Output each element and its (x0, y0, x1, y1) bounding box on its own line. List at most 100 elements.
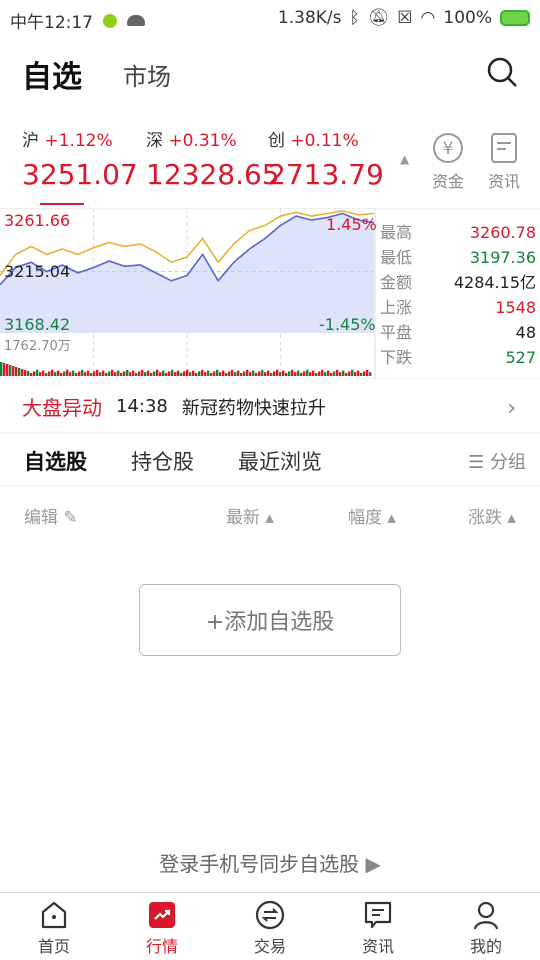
stat-key: 平盘 (380, 323, 413, 342)
status-bar: 中午12:17 1.38K/s ᛒ 🔕︎ ☒ ◠ 100% (0, 0, 540, 38)
volume-bar (198, 371, 201, 376)
volume-bar (192, 370, 195, 376)
android-icon (127, 15, 145, 26)
volume-bar (363, 371, 366, 376)
volume-bar (147, 370, 150, 376)
index-value-2[interactable]: 2713.79 (268, 158, 384, 191)
volume-label: 1762.70万 (4, 339, 71, 354)
volume-bar (27, 371, 30, 376)
volume-bar (15, 367, 18, 376)
volume-bar (63, 371, 66, 376)
volume-bar (105, 373, 108, 376)
bluetooth-icon: ᛒ (349, 8, 360, 28)
volume-bar (54, 372, 57, 376)
funds-button[interactable]: ¥ 资金 (423, 132, 473, 192)
login-sync-text: 登录手机号同步自选股 (159, 852, 360, 876)
stat-row: 上涨 1548 (380, 295, 536, 320)
sort-change[interactable]: 涨跌 ▴ (468, 503, 516, 528)
volume-bar (309, 372, 312, 376)
volume-bar (183, 371, 186, 376)
nav-home[interactable]: 首页 (0, 893, 108, 960)
volume-bar (264, 372, 267, 376)
stat-row: 最低 3197.36 (380, 245, 536, 270)
volume-bar (168, 371, 171, 376)
index-change-1[interactable]: 深 +0.31% (146, 126, 237, 151)
volume-bar (237, 370, 240, 376)
tab-watchlist[interactable]: 自选 (22, 52, 82, 96)
battery-icon (500, 10, 530, 26)
volume-bar (120, 373, 123, 376)
sort-range[interactable]: 幅度 ▴ (348, 503, 396, 528)
volume-bar (18, 368, 21, 376)
group-button[interactable]: ☰ 分组 (468, 448, 526, 474)
tab-market[interactable]: 市场 (123, 57, 171, 92)
stat-value: 527 (505, 348, 536, 367)
alert-time: 14:38 (116, 396, 168, 417)
volume-bar (159, 372, 162, 376)
volume-bar (267, 370, 270, 376)
market-alert[interactable]: 大盘异动 14:38 新冠药物快速拉升 (22, 392, 326, 421)
volume-bar (153, 371, 156, 376)
volume-bar (138, 371, 141, 376)
volume-bar (57, 370, 60, 376)
index-value-1[interactable]: 12328.65 (146, 158, 280, 191)
mute-icon: 🔕︎ (367, 8, 390, 28)
edit-button[interactable]: 编辑 ✎ (24, 503, 78, 528)
volume-bar (303, 371, 306, 376)
volume-bar (315, 373, 318, 376)
tab-holdings[interactable]: 持仓股 (131, 446, 194, 476)
volume-bar (195, 373, 198, 376)
alert-tag: 大盘异动 (22, 396, 102, 420)
volume-bar (177, 370, 180, 376)
volume-bar (165, 373, 168, 376)
volume-bar (69, 372, 72, 376)
login-sync-link[interactable]: 登录手机号同步自选股 ▶ (0, 848, 540, 877)
volume-bar (72, 370, 75, 376)
index-change-2[interactable]: 创 +0.11% (268, 126, 359, 151)
chart-low-label: 3168.42 (4, 315, 71, 334)
chart-pct-up: 1.45% (326, 215, 377, 234)
volume-bar (288, 371, 291, 376)
tab-my-stocks[interactable]: 自选股 (24, 446, 87, 476)
nav-news[interactable]: 资讯 (324, 893, 432, 960)
index-change-0[interactable]: 沪 +1.12% (22, 126, 113, 151)
market-stats: 最高 3260.78 最低 3197.36 金额 4284.15亿 上涨 1548 平盘 48 下跌… (380, 220, 536, 370)
notification-dot-icon (103, 13, 117, 28)
nav-profile[interactable]: 我的 (432, 893, 540, 960)
nav-trade[interactable]: 交易 (216, 893, 324, 960)
volume-bar (366, 369, 369, 376)
volume-bar (201, 369, 204, 376)
volume-bar (351, 369, 354, 376)
volume-bar (270, 373, 273, 376)
volume-bar (0, 362, 3, 376)
volume-bar (258, 371, 261, 376)
edit-icon: ✎ (63, 508, 78, 528)
volume-bar (9, 365, 12, 376)
news-button[interactable]: 资讯 (479, 132, 529, 192)
volume-bar (66, 369, 69, 376)
volume-bar (252, 370, 255, 376)
index-name: 沪 (22, 131, 39, 151)
stat-key: 下跌 (380, 348, 413, 367)
volume-bar (318, 371, 321, 376)
chevron-right-icon[interactable]: › (507, 396, 516, 421)
volume-bar (93, 371, 96, 376)
nav-market[interactable]: 行情 (108, 893, 216, 960)
stat-value: 1548 (495, 298, 536, 317)
collapse-arrow-icon[interactable]: ▲ (400, 152, 409, 166)
document-icon (491, 133, 517, 163)
volume-bar (297, 370, 300, 376)
volume-bar (360, 373, 363, 376)
chart-mid-label: 3215.04 (4, 262, 71, 281)
volume-bar (99, 372, 102, 376)
stat-value: 48 (515, 323, 536, 342)
volume-bar (33, 371, 36, 376)
tab-recent[interactable]: 最近浏览 (238, 446, 322, 476)
volume-bar (321, 369, 324, 376)
volume-bar (279, 372, 282, 376)
sort-latest[interactable]: 最新 ▴ (226, 503, 274, 528)
add-watchlist-button[interactable]: +添加自选股 (139, 584, 401, 656)
search-icon[interactable] (486, 56, 518, 88)
alert-text: 新冠药物快速拉升 (181, 397, 326, 419)
index-value-0[interactable]: 3251.07 (22, 158, 138, 191)
